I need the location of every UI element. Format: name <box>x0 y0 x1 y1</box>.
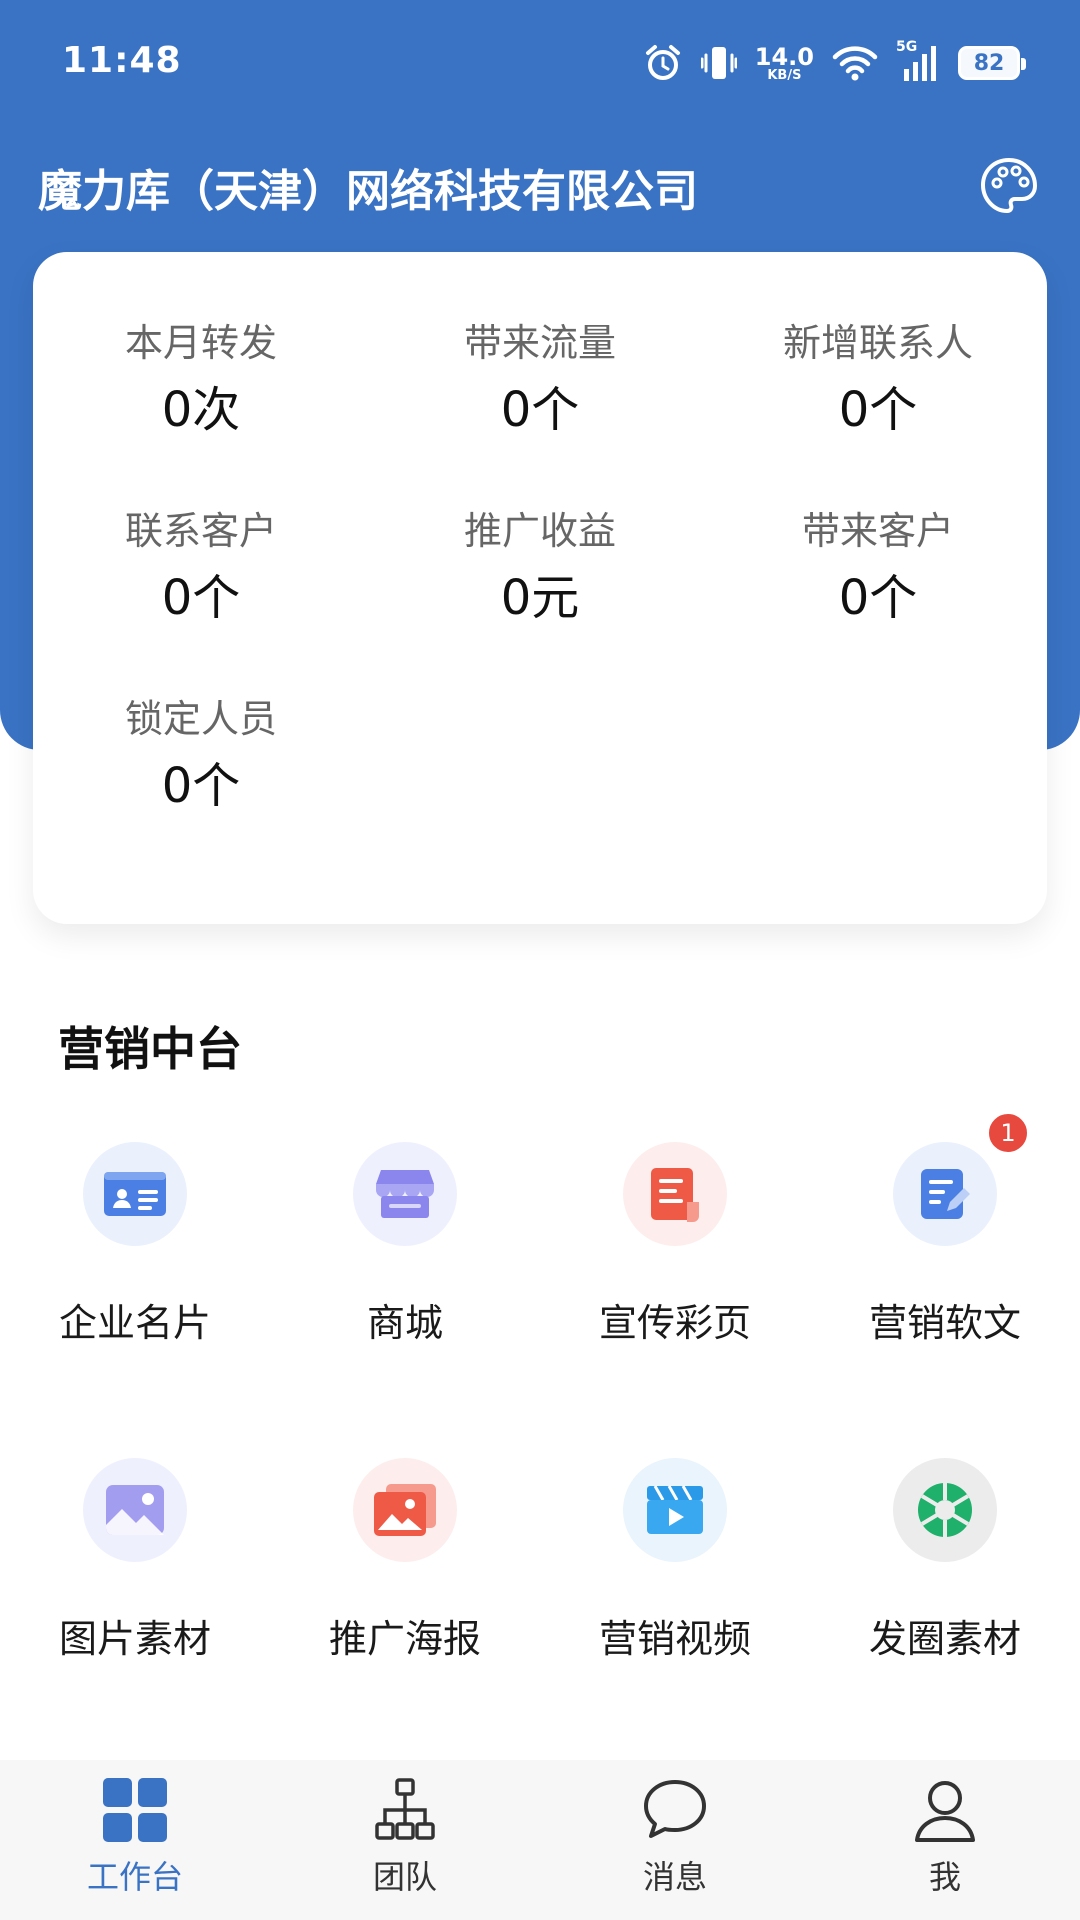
nav-label: 团队 <box>372 1858 437 1896</box>
stat-value: 0个 <box>838 382 918 438</box>
status-icons: 14.0 KB/S 5G 82 <box>643 38 1026 88</box>
stat-acquired-customers: 带来客户 0个 <box>728 508 1028 630</box>
vibrate-icon <box>700 47 737 79</box>
stat-label: 推广收益 <box>463 509 616 553</box>
section-title: 营销中台 <box>58 1022 242 1076</box>
tool-label: 推广海报 <box>328 1617 481 1661</box>
company-title: 魔力库（天津）网络科技有限公司 <box>38 166 698 217</box>
nav-item-workbench[interactable]: 工作台 <box>0 1760 270 1920</box>
stat-label: 联系客户 <box>124 509 277 553</box>
tool-moments-assets[interactable]: 发圈素材 <box>810 1458 1080 1663</box>
bottom-nav: 工作台 团队 消息 我 <box>0 1760 1080 1920</box>
nav-label: 消息 <box>642 1858 707 1896</box>
stat-value: 0个 <box>161 758 241 814</box>
tool-shop[interactable]: 商城 <box>270 1142 540 1347</box>
status-time: 11:48 <box>62 40 182 81</box>
stat-label: 本月转发 <box>124 321 277 365</box>
tool-marketing-video[interactable]: 营销视频 <box>540 1458 810 1663</box>
notification-badge: 1 <box>987 1112 1029 1154</box>
stat-value: 0元 <box>500 570 580 626</box>
business-card-icon <box>83 1142 187 1246</box>
tool-label: 企业名片 <box>58 1301 211 1345</box>
nav-label: 我 <box>928 1858 961 1896</box>
poster-icon <box>353 1458 457 1562</box>
stat-value: 0个 <box>500 382 580 438</box>
grid-icon <box>103 1778 167 1842</box>
wifi-icon <box>832 46 878 81</box>
tool-label: 商城 <box>366 1301 443 1345</box>
tool-image-assets[interactable]: 图片素材 <box>0 1458 270 1663</box>
tool-label: 发圈素材 <box>868 1617 1021 1661</box>
stat-value: 0个 <box>838 570 918 626</box>
org-chart-icon <box>375 1778 435 1840</box>
battery-icon: 82 <box>958 46 1026 80</box>
network-speed: 14.0 KB/S <box>755 45 814 82</box>
tool-label: 图片素材 <box>58 1617 211 1661</box>
stat-locked-personnel: 锁定人员 0个 <box>51 696 351 818</box>
network-speed-value: 14.0 <box>754 42 814 71</box>
stat-label: 带来客户 <box>801 509 954 553</box>
stat-label: 锁定人员 <box>124 697 277 741</box>
article-edit-icon: 1 <box>893 1112 1029 1246</box>
tool-business-card[interactable]: 企业名片 <box>0 1142 270 1347</box>
stat-value: 0个 <box>161 570 241 626</box>
shop-icon <box>353 1142 457 1246</box>
stat-promotion-revenue: 推广收益 0元 <box>390 508 690 630</box>
stat-value: 0次 <box>161 382 241 438</box>
stat-new-contacts: 新增联系人 0个 <box>728 320 1028 442</box>
aperture-icon <box>893 1458 997 1562</box>
palette-icon <box>980 157 1038 214</box>
brochure-icon <box>623 1142 727 1246</box>
stats-card: 本月转发 0次 带来流量 0个 新增联系人 0个 联系客户 0个 推广收益 0元… <box>33 252 1047 924</box>
nav-item-me[interactable]: 我 <box>810 1760 1080 1920</box>
theme-button[interactable] <box>978 155 1040 217</box>
tool-label: 宣传彩页 <box>598 1301 751 1345</box>
signal-bars-icon <box>904 46 936 81</box>
chat-bubble-icon <box>644 1780 706 1838</box>
tool-promo-poster[interactable]: 推广海报 <box>270 1458 540 1663</box>
nav-label: 工作台 <box>86 1858 183 1896</box>
network-speed-unit: KB/S <box>767 67 802 83</box>
stat-label: 带来流量 <box>463 321 616 365</box>
image-icon <box>83 1458 187 1562</box>
tool-marketing-article[interactable]: 1 营销软文 <box>810 1112 1080 1347</box>
alarm-icon <box>645 45 680 80</box>
nav-item-team[interactable]: 团队 <box>270 1760 540 1920</box>
stat-monthly-forwards: 本月转发 0次 <box>51 320 351 442</box>
tool-label: 营销视频 <box>598 1617 751 1661</box>
video-icon <box>623 1458 727 1562</box>
status-bar: 11:48 14.0 KB/S 5G 82 <box>0 0 1080 120</box>
stat-label: 新增联系人 <box>782 321 973 365</box>
battery-level: 82 <box>973 50 1005 76</box>
stat-contacted-customers: 联系客户 0个 <box>51 508 351 630</box>
nav-item-messages[interactable]: 消息 <box>540 1760 810 1920</box>
tool-brochure[interactable]: 宣传彩页 <box>540 1142 810 1347</box>
stat-traffic: 带来流量 0个 <box>390 320 690 442</box>
tool-label: 营销软文 <box>868 1301 1021 1345</box>
cell-signal: 5G <box>896 39 940 83</box>
user-icon <box>915 1781 975 1842</box>
